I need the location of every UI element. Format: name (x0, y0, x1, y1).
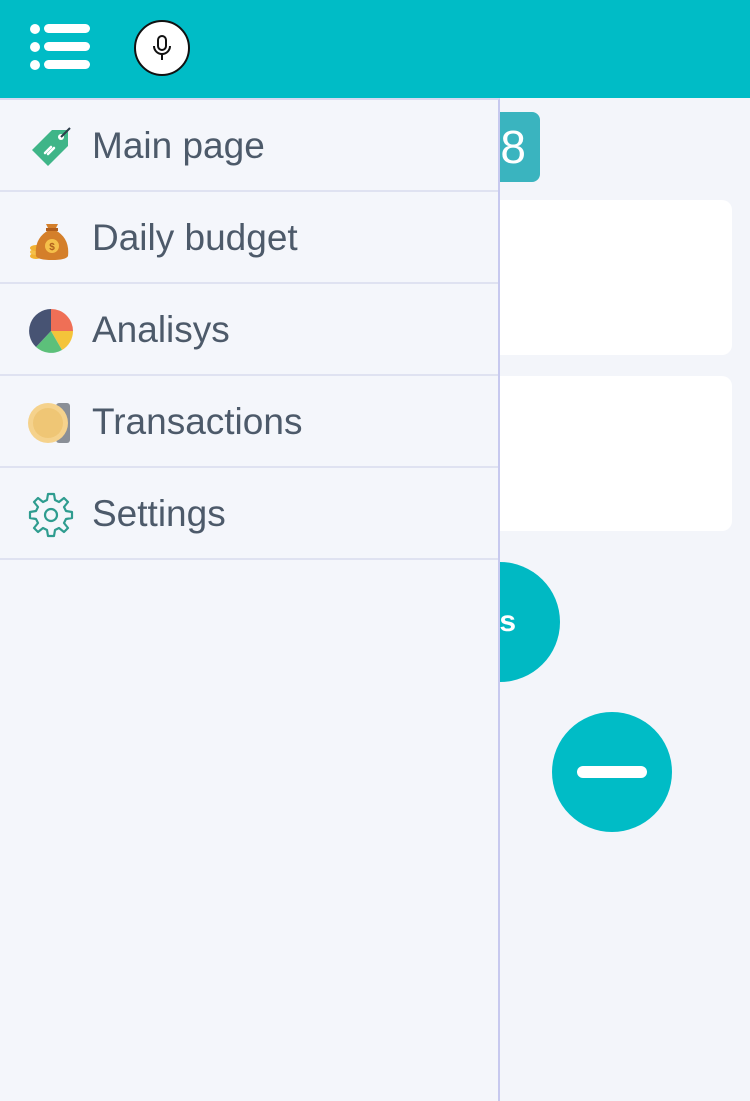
drawer-item-settings[interactable]: Settings (0, 468, 498, 560)
drawer-item-transactions[interactable]: Transactions (0, 376, 498, 468)
drawer-item-analysis[interactable]: Analisys (0, 284, 498, 376)
menu-icon-bar (44, 60, 90, 69)
gear-icon (28, 492, 74, 538)
menu-icon (30, 24, 40, 34)
app-header (0, 0, 750, 98)
coin-icon (28, 403, 70, 443)
navigation-drawer: Main page $ Daily budget Analisys Transa (0, 98, 500, 1101)
drawer-item-label: Analisys (92, 309, 230, 350)
voice-input-button[interactable] (134, 20, 190, 76)
drawer-item-label: Daily budget (92, 217, 298, 258)
drawer-item-label: Transactions (92, 401, 303, 442)
drawer-item-main-page[interactable]: Main page (0, 100, 498, 192)
pie-chart-icon (29, 309, 73, 353)
drawer-item-label: Main page (92, 125, 265, 166)
drawer-item-daily-budget[interactable]: $ Daily budget (0, 192, 498, 284)
microphone-icon (153, 35, 171, 60)
menu-icon-bar (44, 42, 90, 51)
price-tag-icon (32, 127, 71, 166)
minus-icon (577, 766, 647, 778)
menu-button[interactable] (28, 22, 92, 72)
drawer-item-label: Settings (92, 493, 226, 534)
menu-icon-bar (44, 24, 90, 33)
menu-icon-dot (30, 42, 40, 52)
add-expense-button[interactable] (552, 712, 672, 832)
menu-icon-dot (30, 60, 40, 70)
svg-text:$: $ (49, 242, 55, 253)
money-bag-icon: $ (30, 224, 69, 260)
